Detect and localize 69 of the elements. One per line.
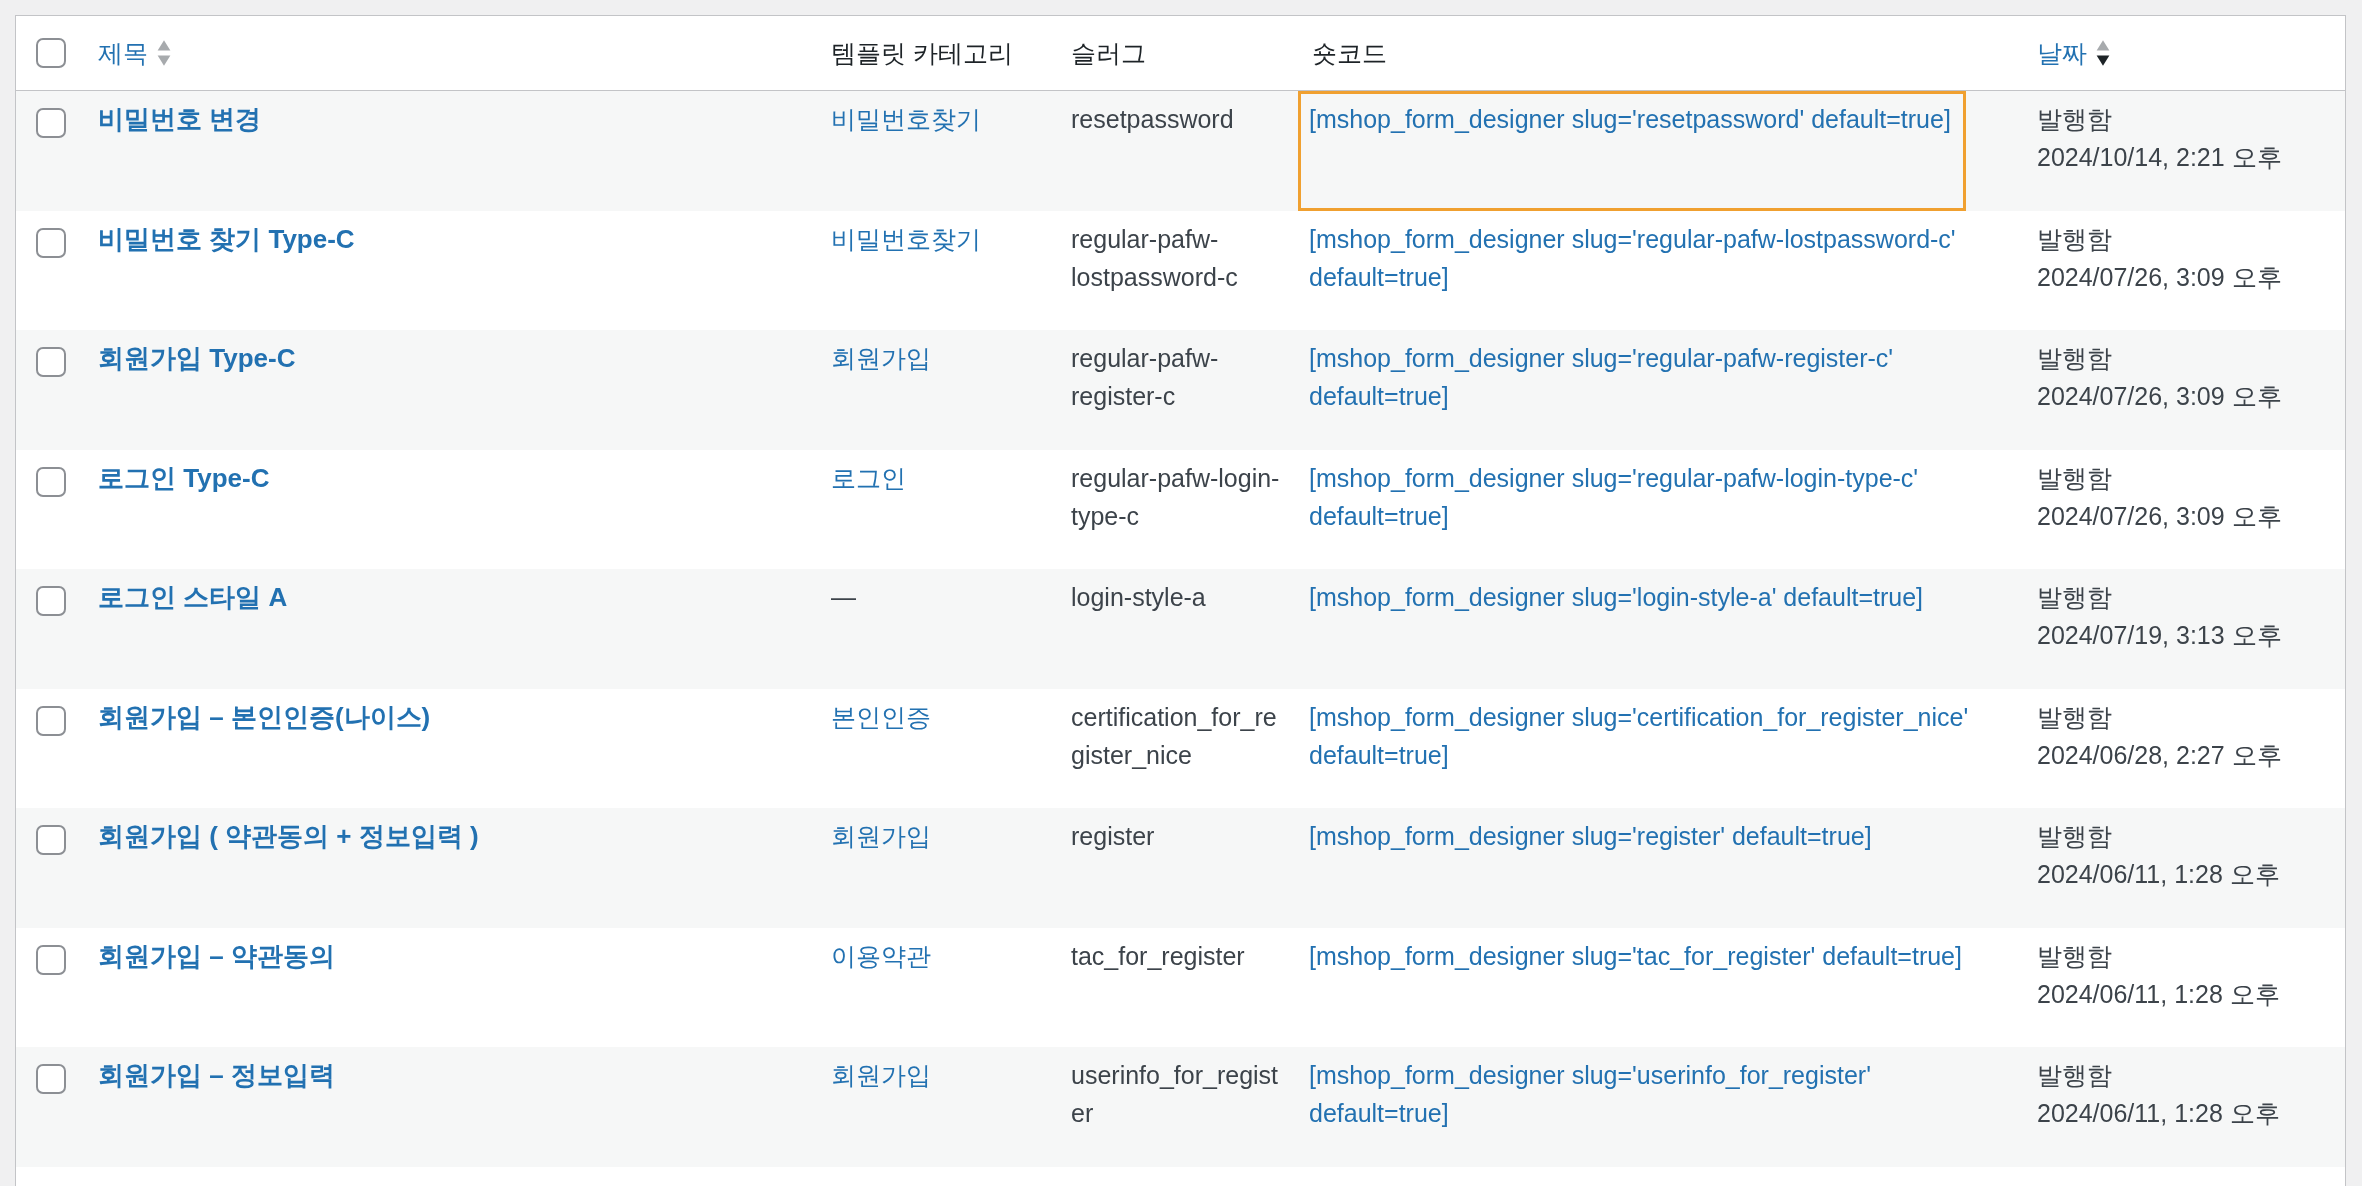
post-date: 2024/06/11, 1:28 오후 bbox=[2037, 1098, 2280, 1129]
slug-text: resetpassword bbox=[1071, 104, 1235, 135]
form-title-link[interactable]: 로그인 스타일 A bbox=[98, 582, 288, 612]
slug-text: register bbox=[1071, 821, 1156, 852]
category-link[interactable]: 비밀번호찾기 bbox=[831, 105, 981, 133]
category-link[interactable]: 비밀번호찾기 bbox=[831, 224, 981, 253]
row-checkbox[interactable] bbox=[36, 466, 66, 497]
category-text: — bbox=[831, 583, 856, 611]
slug-text: certification_for_register_nice bbox=[1071, 701, 1278, 771]
form-title-link[interactable]: 회원가입 – 약관동의 bbox=[98, 940, 335, 971]
shortcode-link[interactable]: [mshop_form_designer slug='regular-pafw-login-type-c' default=true] bbox=[1309, 458, 1974, 535]
column-header: 슬러그 bbox=[1071, 38, 1146, 69]
form-title-link[interactable]: 회원가입 ( 약관동의 + 정보입력 ) bbox=[98, 821, 479, 851]
post-status: 발행함 bbox=[2037, 223, 2112, 255]
post-status: 발행함 bbox=[2037, 582, 2112, 613]
category-link[interactable]: 회원가입 bbox=[831, 344, 931, 372]
row-checkbox[interactable] bbox=[36, 705, 66, 736]
select-all-checkbox[interactable] bbox=[36, 38, 66, 68]
post-date: 2024/07/26, 3:09 오후 bbox=[2037, 261, 2282, 293]
row-checkbox[interactable] bbox=[36, 1064, 66, 1094]
post-date: 2024/06/11, 1:28 오후 bbox=[2037, 978, 2280, 1010]
shortcode-link[interactable]: [mshop_form_designer slug='certification_for_register_nice' default=true] bbox=[1309, 697, 1974, 774]
slug-text: regular-pafw-lostpassword-c bbox=[1071, 223, 1239, 293]
shortcode-link[interactable]: [mshop_form_designer slug='register' default=true] bbox=[1309, 817, 1974, 855]
post-date: 2024/07/26, 3:09 오후 bbox=[2037, 500, 2282, 532]
post-date: 2024/10/14, 2:21 오후 bbox=[2037, 142, 2282, 173]
category-link[interactable]: 본인인증 bbox=[831, 702, 931, 731]
post-date: 2024/06/28, 2:27 오후 bbox=[2037, 739, 2282, 771]
post-status: 발행함 bbox=[2037, 343, 2112, 374]
form-title-link[interactable]: 회원가입 – 정보입력 bbox=[98, 1060, 335, 1090]
row-checkbox[interactable] bbox=[36, 586, 66, 616]
form-title-link[interactable]: 로그인 Type-C bbox=[98, 462, 270, 493]
category-link[interactable]: 이용약관 bbox=[831, 941, 931, 970]
form-title-link[interactable]: 비밀번호 찾기 Type-C bbox=[98, 223, 355, 254]
row-checkbox[interactable] bbox=[36, 347, 66, 377]
category-link[interactable]: 로그인 bbox=[831, 463, 906, 492]
slug-text: regular-pafw-login-type-c bbox=[1071, 462, 1280, 532]
form-title-link[interactable]: 비밀번호 변경 bbox=[98, 104, 262, 134]
row-checkbox[interactable] bbox=[36, 825, 66, 855]
row-checkbox[interactable] bbox=[36, 108, 66, 138]
row-checkbox[interactable] bbox=[36, 227, 66, 258]
shortcode-link[interactable]: [mshop_form_designer slug='resetpassword' default=true] bbox=[1309, 100, 1951, 138]
form-title-link[interactable]: 회원가입 – 본인인증(나이스) bbox=[98, 701, 431, 732]
post-status: 발행함 bbox=[2037, 1060, 2112, 1091]
shortcode-link[interactable]: [mshop_form_designer slug='regular-pafw-lostpassword-c' default=true] bbox=[1309, 219, 1974, 296]
post-status: 발행함 bbox=[2037, 104, 2112, 135]
row-checkbox[interactable] bbox=[36, 944, 66, 975]
slug-text: regular-pafw-register-c bbox=[1071, 343, 1220, 412]
slug-text: userinfo_for_register bbox=[1071, 1060, 1280, 1129]
post-date: 2024/07/26, 3:09 오후 bbox=[2037, 381, 2282, 412]
shortcode-link[interactable]: [mshop_form_designer slug='tac_for_register' default=true] bbox=[1309, 936, 1974, 975]
post-date: 2024/06/11, 1:28 오후 bbox=[2037, 859, 2280, 890]
shortcode-link[interactable]: [mshop_form_designer slug='regular-pafw-register-c' default=true] bbox=[1309, 339, 1974, 415]
column-header: 템플릿 카테고리 bbox=[831, 38, 1013, 69]
slug-text: tac_for_register bbox=[1071, 940, 1246, 972]
post-date: 2024/07/19, 3:13 오후 bbox=[2037, 620, 2282, 651]
shortcode-link[interactable]: [mshop_form_designer slug='login-style-a' default=true] bbox=[1309, 578, 1974, 616]
category-link[interactable]: 회원가입 bbox=[831, 822, 931, 850]
post-status: 발행함 bbox=[2037, 821, 2112, 852]
category-link[interactable]: 회원가입 bbox=[831, 1061, 931, 1089]
column-sort-link[interactable]: 제목 bbox=[98, 34, 148, 72]
column-sort-link[interactable]: 날짜 bbox=[2037, 34, 2087, 72]
shortcode-link[interactable]: [mshop_form_designer slug='userinfo_for_register' default=true] bbox=[1309, 1056, 1974, 1132]
column-header: 숏코드 bbox=[1312, 38, 1387, 69]
form-title-link[interactable]: 회원가입 Type-C bbox=[98, 343, 296, 373]
post-status: 발행함 bbox=[2037, 940, 2112, 972]
slug-text: login-style-a bbox=[1071, 582, 1207, 613]
post-status: 발행함 bbox=[2037, 462, 2112, 494]
post-status: 발행함 bbox=[2037, 701, 2112, 733]
